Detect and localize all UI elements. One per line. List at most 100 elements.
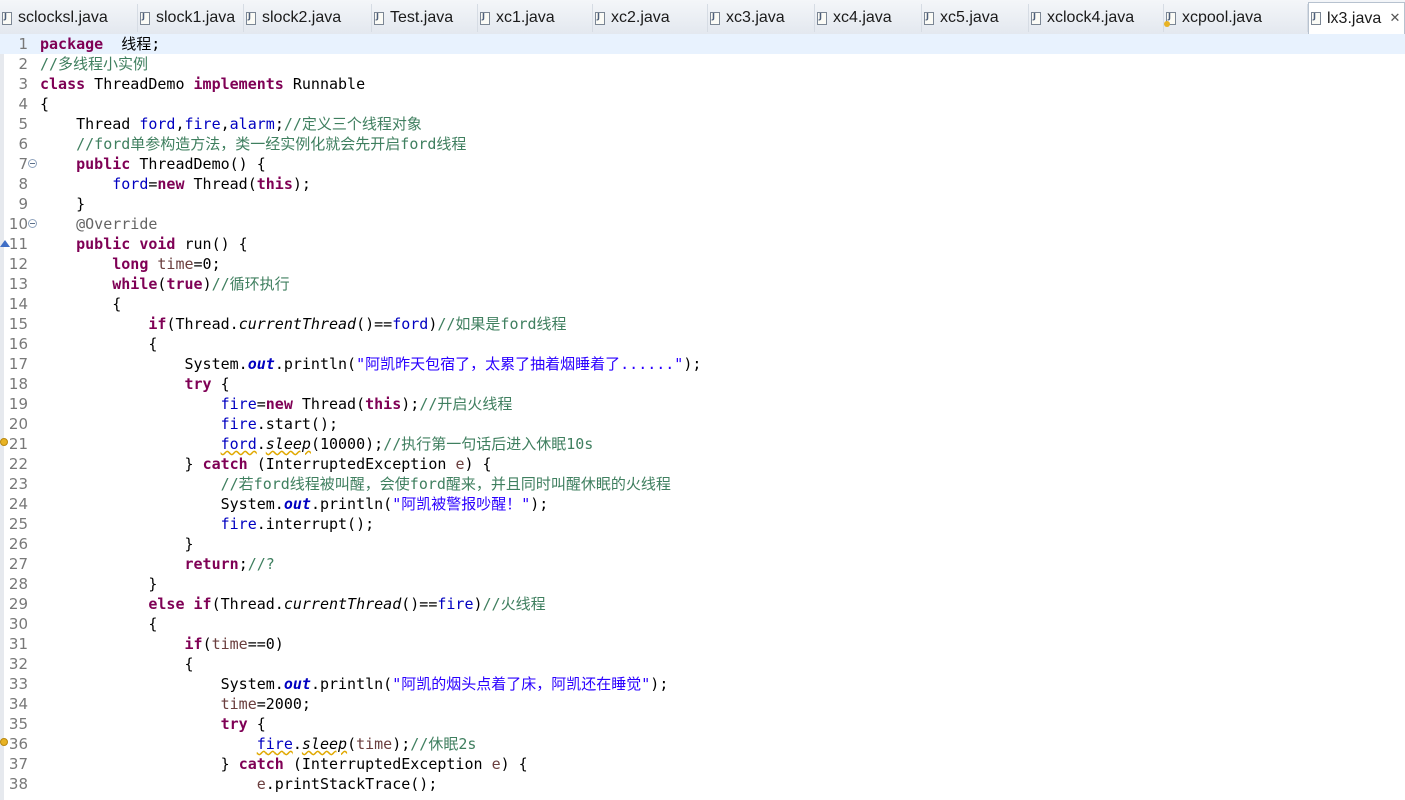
- code-line[interactable]: 1 package 线程;: [0, 34, 1405, 54]
- code-line[interactable]: 25 fire.interrupt();: [0, 514, 1405, 534]
- code-line[interactable]: 12 long time=0;: [0, 254, 1405, 274]
- code-text: if(Thread.currentThread()==ford)//如果是for…: [40, 314, 566, 334]
- code-line[interactable]: 6 //ford单参构造方法，类一经实例化就会先开启ford线程: [0, 134, 1405, 154]
- line-number: 8: [18, 175, 28, 193]
- code-line[interactable]: 2 //多线程小实例: [0, 54, 1405, 74]
- tab-label: slock1.java: [156, 9, 236, 26]
- code-text: {: [40, 654, 193, 674]
- code-line[interactable]: 10 @Override: [0, 214, 1405, 234]
- code-line[interactable]: 33 System.out.println("阿凯的烟头点着了床，阿凯还在睡觉"…: [0, 674, 1405, 694]
- code-line[interactable]: 20 fire.start();: [0, 414, 1405, 434]
- code-line[interactable]: 8 ford=new Thread(this);: [0, 174, 1405, 194]
- code-token: {: [40, 335, 158, 353]
- tab-sclocksl-java[interactable]: sclocksl.java: [0, 4, 138, 32]
- tab-xc2-java[interactable]: xc2.java: [593, 4, 708, 32]
- code-text: //ford单参构造方法，类一经实例化就会先开启ford线程: [40, 134, 466, 154]
- code-token: ThreadDemo: [85, 75, 194, 93]
- code-line[interactable]: 27 return;//?: [0, 554, 1405, 574]
- code-token: );: [683, 355, 702, 373]
- code-token: (InterruptedException: [283, 755, 492, 773]
- code-token: out: [283, 495, 311, 513]
- code-line[interactable]: 26 }: [0, 534, 1405, 554]
- line-number: 32: [8, 655, 28, 673]
- code-token: (: [347, 735, 357, 753]
- code-line[interactable]: 28 }: [0, 574, 1405, 594]
- code-line[interactable]: 32 {: [0, 654, 1405, 674]
- code-token: ford: [220, 435, 257, 453]
- code-editor[interactable]: 1 package 线程; 2 //多线程小实例 3 class ThreadDemo i…: [0, 34, 1405, 800]
- line-number: 14: [8, 295, 28, 313]
- code-line[interactable]: 18 try {: [0, 374, 1405, 394]
- code-line[interactable]: 30 {: [0, 614, 1405, 634]
- code-token: {: [211, 375, 230, 393]
- code-text: {: [40, 614, 157, 634]
- tab-xclock4-java[interactable]: xclock4.java: [1029, 4, 1164, 32]
- code-text: while(true)//循环执行: [40, 274, 289, 294]
- code-token: true: [166, 275, 203, 293]
- code-token: ): [202, 275, 212, 293]
- code-line[interactable]: 21 ford.sleep(10000);//执行第一句话后进入休眠10s: [0, 434, 1405, 454]
- tab-xc3-java[interactable]: xc3.java: [708, 4, 815, 32]
- code-line[interactable]: 38 e.printStackTrace();: [0, 774, 1405, 794]
- code-token: while: [112, 275, 158, 293]
- code-line[interactable]: 29 else if(Thread.currentThread()==fire)…: [0, 594, 1405, 614]
- code-token: else: [148, 595, 185, 613]
- line-number: 26: [8, 535, 28, 553]
- tab-lx3-java[interactable]: lx3.java ✕: [1308, 2, 1405, 34]
- tab-slock1-java[interactable]: slock1.java: [138, 4, 244, 32]
- java-file-warning-icon: [1164, 11, 1176, 27]
- code-token: ;: [238, 555, 248, 573]
- code-token: out: [283, 675, 311, 693]
- code-line[interactable]: 22 } catch (InterruptedException e) {: [0, 454, 1405, 474]
- line-number: 30: [8, 615, 28, 633]
- fold-toggle-icon[interactable]: [28, 159, 37, 168]
- code-token: System.: [40, 495, 284, 513]
- tab-xc5-java[interactable]: xc5.java: [922, 4, 1029, 32]
- code-text: try {: [40, 374, 230, 394]
- line-number: 13: [8, 275, 28, 293]
- code-token: catch: [202, 455, 248, 473]
- java-file-icon: [374, 11, 384, 25]
- code-line[interactable]: 11 public void run() {: [0, 234, 1405, 254]
- code-token: "阿凯昨天包宿了，太累了抽着烟睡着了......": [356, 355, 684, 373]
- tab-label: xc5.java: [940, 9, 999, 26]
- code-line[interactable]: 23 //若ford线程被叫醒，会使ford醒来，并且同时叫醒休眠的火线程: [0, 474, 1405, 494]
- code-line[interactable]: 19 fire=new Thread(this);//开启火线程: [0, 394, 1405, 414]
- code-line[interactable]: 15 if(Thread.currentThread()==ford)//如果是…: [0, 314, 1405, 334]
- code-line[interactable]: 31 if(time==0): [0, 634, 1405, 654]
- code-line[interactable]: 17 System.out.println("阿凯昨天包宿了，太累了抽着烟睡着了…: [0, 354, 1405, 374]
- fold-toggle-icon[interactable]: [28, 219, 37, 228]
- code-line[interactable]: 36 fire.sleep(time);//休眠2s: [0, 734, 1405, 754]
- tab-xc1-java[interactable]: xc1.java: [478, 4, 593, 32]
- code-token: .: [256, 435, 266, 453]
- tab-Test-java[interactable]: Test.java: [372, 4, 478, 32]
- code-line[interactable]: 13 while(true)//循环执行: [0, 274, 1405, 294]
- code-line[interactable]: 9 }: [0, 194, 1405, 214]
- code-line[interactable]: 35 try {: [0, 714, 1405, 734]
- code-text: {: [40, 294, 121, 314]
- tab-xc4-java[interactable]: xc4.java: [815, 4, 922, 32]
- code-line[interactable]: 4{: [0, 94, 1405, 114]
- tab-xcpool-java[interactable]: xcpool.java: [1164, 4, 1308, 32]
- code-token: .start();: [256, 415, 339, 433]
- code-line[interactable]: 16 {: [0, 334, 1405, 354]
- code-line[interactable]: 37 } catch (InterruptedException e) {: [0, 754, 1405, 774]
- code-text: fire=new Thread(this);//开启火线程: [40, 394, 513, 414]
- code-line[interactable]: 5 Thread ford,fire,alarm;//定义三个线程对象: [0, 114, 1405, 134]
- code-line[interactable]: 24 System.out.println("阿凯被警报吵醒！");: [0, 494, 1405, 514]
- code-token: //多线程小实例: [40, 55, 149, 73]
- code-line[interactable]: 7 public ThreadDemo() {: [0, 154, 1405, 174]
- tab-slock2-java[interactable]: slock2.java: [244, 4, 372, 32]
- close-icon[interactable]: ✕: [1388, 11, 1402, 25]
- code-line[interactable]: 3 class ThreadDemo implements Runnable: [0, 74, 1405, 94]
- code-line[interactable]: 34 time=2000;: [0, 694, 1405, 714]
- code-line[interactable]: 14 {: [0, 294, 1405, 314]
